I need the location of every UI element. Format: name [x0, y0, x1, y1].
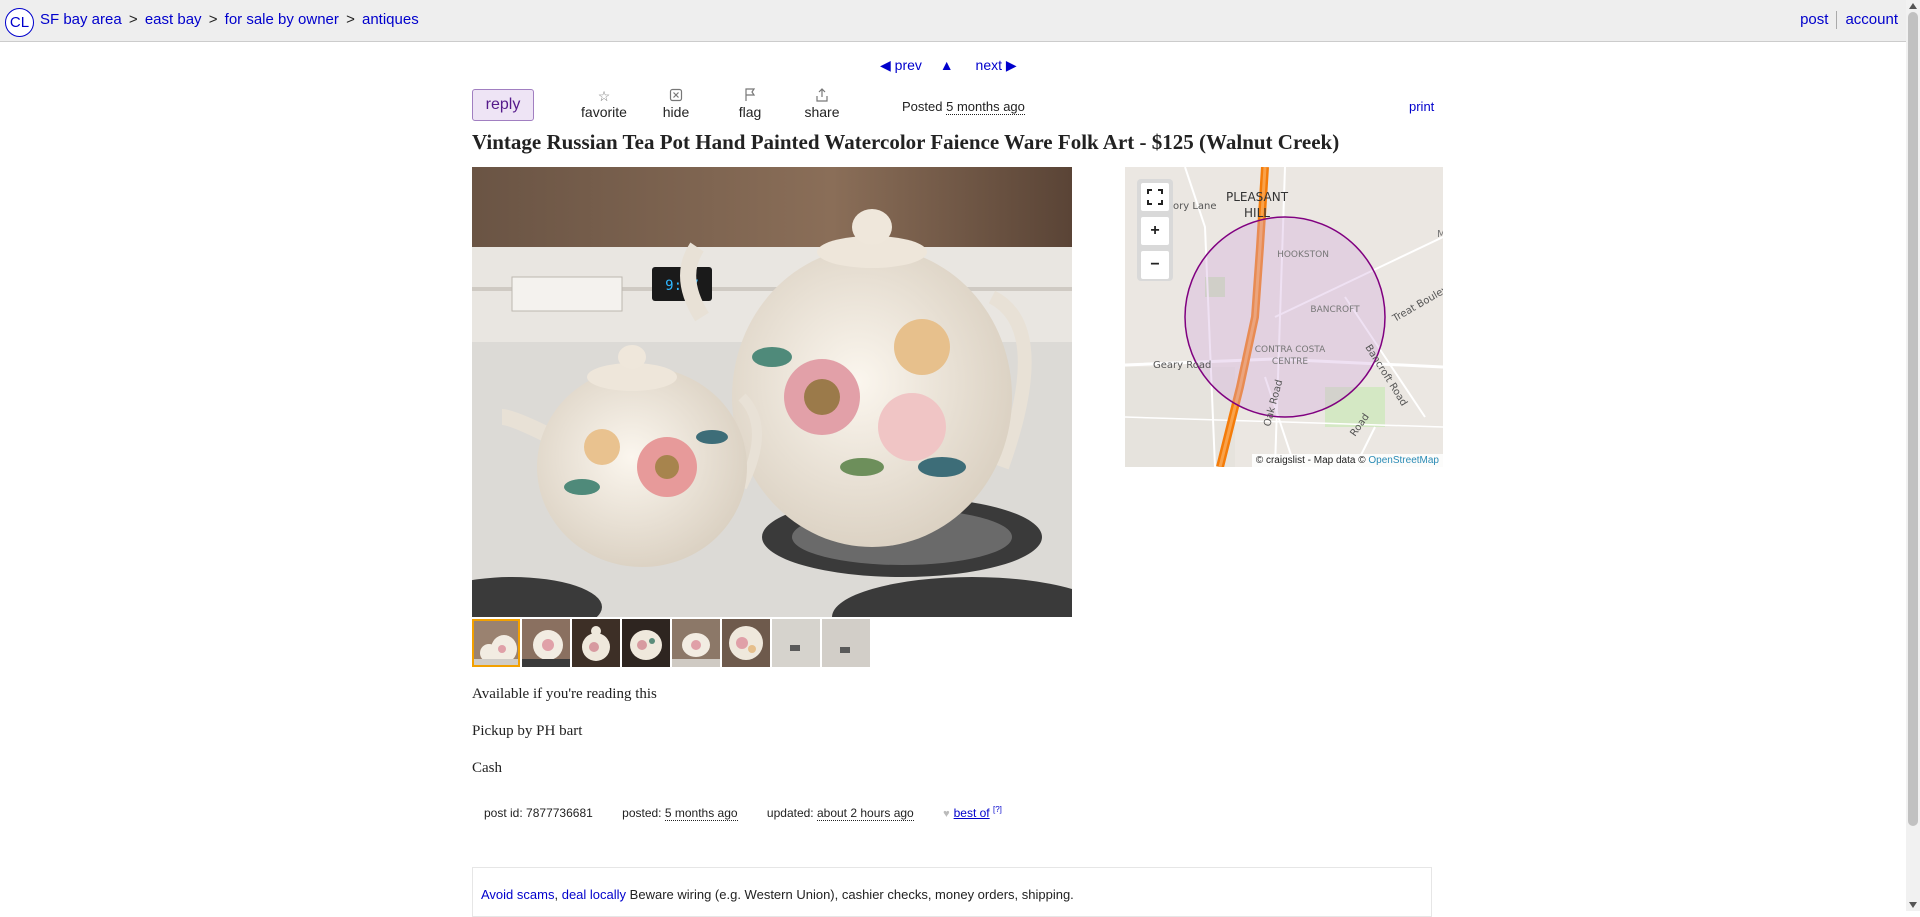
thumbnail-8[interactable] [822, 619, 870, 667]
zoom-out-button[interactable]: − [1141, 251, 1169, 279]
hide-icon [658, 88, 694, 104]
post-navigation: ◀ prev ▲ next ▶ [880, 57, 1031, 74]
thumbnail-2[interactable] [522, 619, 570, 667]
scroll-up-arrow-icon[interactable] [1909, 3, 1917, 9]
print-link[interactable]: print [1409, 99, 1434, 114]
best-of-help-link[interactable]: [?] [993, 805, 1002, 814]
next-link[interactable]: next ▶ [976, 57, 1017, 73]
breadcrumb-separator: > [346, 11, 355, 28]
best-of-link[interactable]: best of [954, 806, 990, 820]
share-button[interactable]: share [803, 88, 841, 120]
body-line: Pickup by PH bart [472, 723, 583, 739]
updated-info: updated: about 2 hours ago [766, 806, 917, 821]
teapot-photo: 9:37 [472, 167, 1072, 617]
breadcrumb-antiques[interactable]: antiques [362, 11, 419, 28]
hide-label: hide [662, 104, 690, 120]
scroll-thumb[interactable] [1908, 12, 1918, 826]
location-map[interactable]: PLEASANT HILL HOOKSTON BANCROFT CONTRA C… [1125, 167, 1443, 467]
thumbnail-7[interactable] [772, 619, 820, 667]
map-label-hill: HILL [1244, 206, 1270, 220]
body-line: Available if you're reading this [472, 686, 657, 702]
body-line: Cash [472, 760, 502, 776]
breadcrumb-sf-bay-area[interactable]: SF bay area [40, 11, 122, 28]
flag-button[interactable]: flag [736, 88, 764, 120]
breadcrumb-separator: > [208, 11, 218, 28]
posting-title: Vintage Russian Tea Pot Hand Painted Wat… [472, 130, 1340, 154]
map-label-hookston: HOOKSTON [1277, 250, 1329, 260]
openstreetmap-link[interactable]: OpenStreetMap [1368, 455, 1439, 466]
top-bar: CL SF bay area > east bay > for sale by … [0, 0, 1906, 42]
notice-warning-text: Beware wiring (e.g. Western Union), cash… [629, 887, 1074, 902]
map-attribution-text: © craigslist - Map data © [1255, 455, 1366, 466]
safety-notice-text: Avoid scams, deal locally Beware wiring … [481, 887, 1074, 902]
breadcrumb-separator: > [128, 11, 138, 28]
post-link[interactable]: post [1800, 11, 1828, 28]
up-link[interactable]: ▲ [940, 57, 954, 73]
thumbnail-6[interactable] [722, 619, 770, 667]
map-label-geary-road: Geary Road [1153, 360, 1211, 371]
map-label-centre: CENTRE [1272, 357, 1308, 367]
heart-icon: ♥ [943, 808, 950, 820]
safety-notice: Avoid scams, deal locally Beware wiring … [472, 867, 1432, 917]
posted-info-time: 5 months ago [664, 806, 738, 821]
top-right-links: post account [1800, 11, 1898, 30]
map-label-bancroft: BANCROFT [1310, 305, 1360, 315]
updated-info-time: about 2 hours ago [816, 806, 914, 821]
flag-icon [736, 88, 764, 104]
map-label-contra-costa: CONTRA COSTA [1255, 345, 1326, 355]
share-label: share [804, 104, 840, 120]
breadcrumb: SF bay area > east bay > for sale by own… [40, 11, 419, 28]
map-attribution: © craigslist - Map data © OpenStreetMap [1251, 454, 1443, 467]
hide-button[interactable]: hide [658, 88, 694, 120]
map-label-pleasant: PLEASANT [1226, 190, 1289, 204]
favorite-label: favorite [581, 104, 627, 120]
star-icon: ☆ [597, 88, 611, 104]
zoom-in-button[interactable]: + [1141, 217, 1169, 245]
account-link[interactable]: account [1845, 11, 1898, 28]
posted-label: Posted [902, 99, 943, 114]
deal-locally-link[interactable]: deal locally [562, 887, 626, 902]
post-info: post id: 7877736681 posted: 5 months ago… [484, 805, 1002, 821]
flag-label: flag [738, 104, 762, 120]
breadcrumb-for-sale-by-owner[interactable]: for sale by owner [225, 11, 339, 28]
posted-date: Posted 5 months ago [902, 99, 1025, 115]
post-id-label: post id: [484, 806, 523, 820]
posted-info: posted: 5 months ago [622, 806, 741, 821]
page-scrollbar[interactable] [1906, 0, 1920, 911]
map-controls: + − [1137, 179, 1173, 281]
posted-time: 5 months ago [946, 99, 1025, 115]
main-listing-photo[interactable]: 9:37 [472, 167, 1072, 617]
thumbnail-5[interactable] [672, 619, 720, 667]
prev-link[interactable]: ◀ prev [880, 57, 922, 73]
craigslist-logo[interactable]: CL [5, 8, 34, 37]
share-icon [803, 88, 841, 104]
posting-body: Available if you're reading this Pickup … [472, 686, 657, 797]
avoid-scams-link[interactable]: Avoid scams [481, 887, 554, 902]
breadcrumb-east-bay[interactable]: east bay [145, 11, 202, 28]
map-label-lane: ory Lane [1173, 201, 1217, 212]
notice-comma: , [554, 887, 559, 902]
link-divider [1836, 11, 1838, 30]
scroll-down-arrow-icon[interactable] [1909, 902, 1917, 908]
thumbnail-3[interactable] [572, 619, 620, 667]
thumbnail-1[interactable] [472, 619, 520, 667]
map-label-m: M [1437, 229, 1443, 240]
best-of: ♥ best of [?] [943, 805, 1002, 820]
updated-info-label: updated: [766, 806, 814, 820]
fullscreen-icon[interactable] [1141, 183, 1169, 211]
favorite-button[interactable]: ☆ favorite [580, 88, 628, 120]
post-id: post id: 7877736681 [484, 806, 596, 820]
reply-button[interactable]: reply [472, 89, 534, 121]
thumbnail-4[interactable] [622, 619, 670, 667]
post-id-value: 7877736681 [526, 806, 593, 820]
posted-info-label: posted: [622, 806, 662, 820]
